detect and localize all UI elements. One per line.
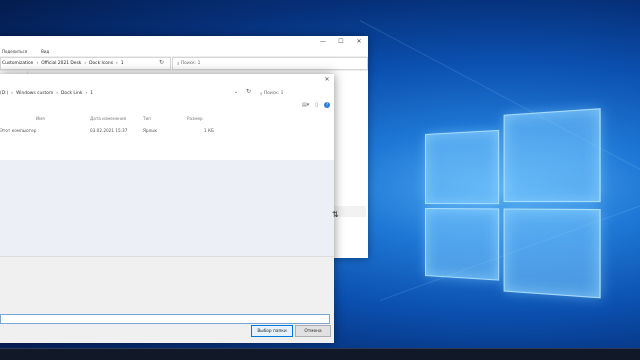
select-folder-dialog: ✕ (D:) › Windows custom › Dock Link › 1 … (0, 74, 334, 342)
search-placeholder: Поиск: 1 (181, 61, 201, 66)
item-date: 03.02.2021 15:37 (90, 128, 127, 133)
taskbar[interactable] (0, 348, 640, 360)
chevron-right-icon: › (84, 61, 86, 66)
breadcrumb-segment[interactable]: Windows custom (16, 91, 53, 96)
breadcrumb-segment[interactable]: (D:) (0, 91, 8, 96)
ribbon-tab-view[interactable]: Вид (41, 49, 49, 54)
chevron-right-icon: › (36, 61, 38, 66)
ribbon-tabs: Поделиться Вид (0, 47, 368, 55)
address-row: Customization › Official 2021 Desk › Doc… (0, 56, 368, 71)
item-type: Ярлык (143, 128, 157, 133)
search-input[interactable]: ⌕ Поиск: 1 (172, 57, 368, 70)
chevron-down-icon[interactable]: ⌄ (234, 89, 238, 95)
address-bar[interactable]: Customization › Official 2021 Desk › Doc… (0, 57, 171, 70)
refresh-icon[interactable]: ↻ (159, 59, 164, 66)
search-placeholder: Поиск: 1 (264, 91, 284, 96)
view-toolbar: ▤▾ ▯ ? (302, 102, 330, 108)
logo-pane-tl (425, 130, 499, 204)
chevron-right-icon: › (85, 91, 87, 96)
search-input[interactable]: ⌕ Поиск: 1 (256, 88, 336, 99)
column-header-name[interactable]: Имя (36, 116, 45, 121)
minimize-button[interactable]: — (314, 38, 332, 45)
close-button[interactable]: ✕ (322, 76, 332, 83)
chevron-right-icon: › (56, 91, 58, 96)
breadcrumb-segment[interactable]: 1 (121, 61, 124, 66)
maximize-button[interactable]: ☐ (332, 38, 350, 45)
view-options-icon[interactable]: ▤▾ (302, 102, 309, 108)
breadcrumb-segment[interactable]: Dock Link (61, 91, 82, 96)
column-header-date[interactable]: Дата изменения (90, 116, 126, 121)
column-header-size[interactable]: Размер (187, 116, 203, 121)
dialog-content: ✕ (D:) › Windows custom › Dock Link › 1 … (0, 74, 334, 160)
windows-logo (425, 108, 598, 293)
folder-path-input[interactable] (0, 314, 330, 324)
address-bar[interactable]: (D:) › Windows custom › Dock Link › 1 (0, 88, 242, 99)
title-bar: — ☐ ✕ (0, 36, 368, 47)
preview-pane-icon[interactable]: ▯ (315, 102, 318, 108)
breadcrumb-segment[interactable]: Customization (2, 61, 33, 66)
close-button[interactable]: ✕ (350, 38, 368, 45)
refresh-icon[interactable]: ↻ (246, 88, 251, 95)
chevron-right-icon: › (11, 91, 13, 96)
breadcrumb-segment[interactable]: 1 (90, 91, 93, 96)
item-size: 1 КБ (204, 128, 214, 133)
select-folder-button[interactable]: Выбор папки (251, 325, 293, 337)
taskbar-divider (0, 348, 640, 349)
logo-pane-br (504, 208, 601, 298)
mouse-cursor-icon: ⇅ (332, 210, 339, 219)
help-icon[interactable]: ? (324, 102, 330, 108)
chevron-right-icon: › (116, 61, 118, 66)
cancel-button[interactable]: Отмена (295, 325, 331, 337)
item-name[interactable]: Этот компьютер (0, 128, 36, 133)
breadcrumb-segment[interactable]: Dock Icons (89, 61, 113, 66)
column-header-type[interactable]: Тип (143, 116, 151, 121)
breadcrumb-segment[interactable]: Official 2021 Desk (41, 61, 81, 66)
ribbon-tab-share[interactable]: Поделиться (2, 49, 27, 54)
